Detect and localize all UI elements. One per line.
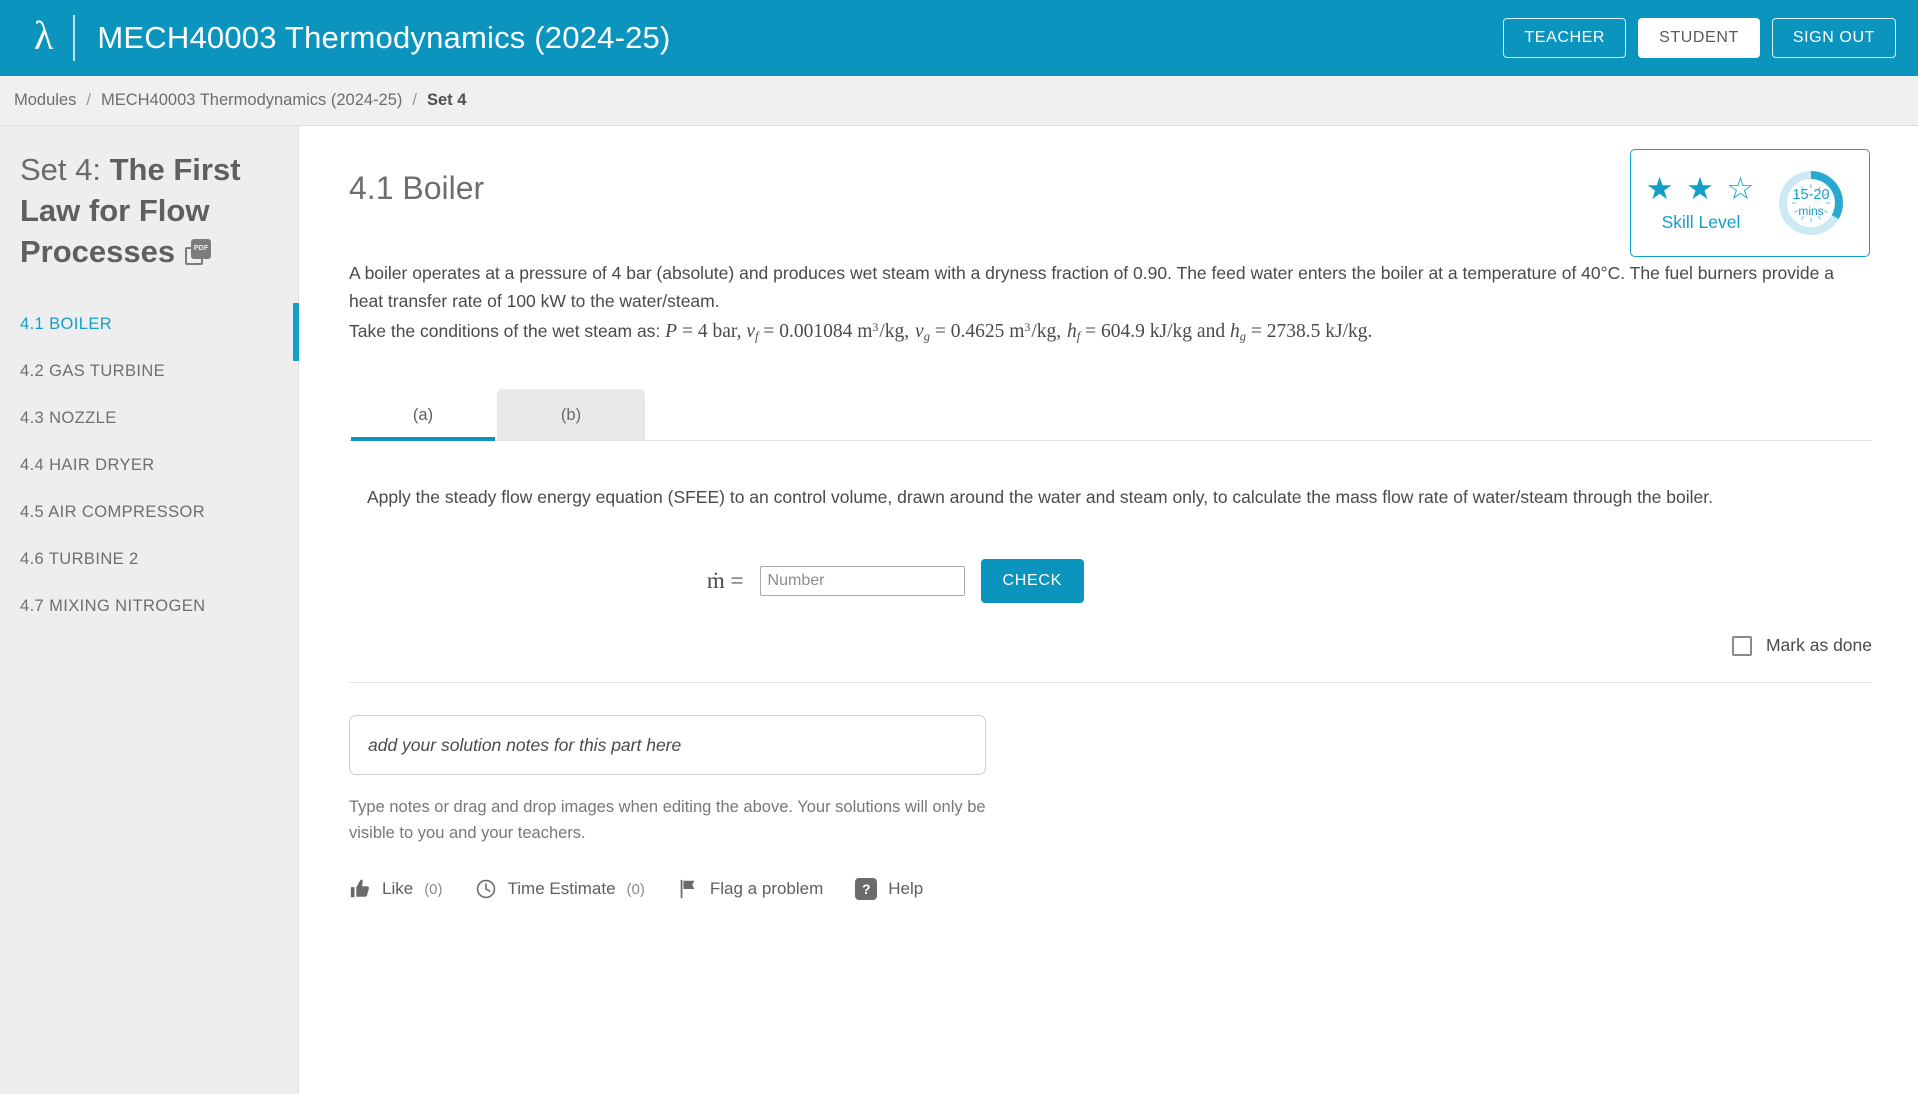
question-conditions-line: Take the conditions of the wet steam as:… (349, 316, 1869, 348)
time-estimate-action[interactable]: Time Estimate (0) (475, 878, 645, 900)
val-hf: = 604.9 kJ/kg and (1085, 320, 1226, 342)
like-label: Like (382, 879, 414, 899)
skill-level-group: ★ ★ ☆ Skill Level (1631, 173, 1771, 233)
check-button[interactable]: CHECK (980, 559, 1085, 604)
var-vg-sub: g (923, 329, 930, 344)
time-estimate-count: (0) (626, 880, 645, 898)
lambda-logo-icon: λ (34, 13, 54, 58)
sidebar-item-4-1-boiler[interactable]: 4.1 BOILER (0, 301, 299, 361)
course-title: MECH40003 Thermodynamics (2024-25) (97, 20, 671, 55)
clock-icon (476, 880, 495, 899)
sidebar-nav: 4.1 BOILER 4.2 GAS TURBINE 4.3 NOZZLE 4.… (0, 301, 299, 630)
footer-actions: Like (0) Time Estimate (0) Flag a proble… (349, 878, 1872, 901)
brand[interactable]: λ MECH40003 Thermodynamics (2024-25) (22, 15, 671, 61)
var-vf-sub: f (755, 329, 759, 344)
skill-level-label: Skill Level (1661, 212, 1741, 232)
val-P: = 4 bar, (681, 320, 742, 342)
like-action[interactable]: Like (0) (349, 878, 443, 900)
question-mark-icon: ? (855, 878, 878, 901)
var-hg-sub: g (1239, 329, 1247, 344)
question-statement-line1: A boiler operates at a pressure of 4 bar… (349, 263, 1834, 312)
tab-part-a[interactable]: (a) (349, 389, 497, 442)
breadcrumb-course[interactable]: MECH40003 Thermodynamics (2024-25) (101, 91, 402, 110)
flag-problem-label: Flag a problem (709, 879, 824, 899)
sidebar-item-4-3-nozzle[interactable]: 4.3 NOZZLE (0, 395, 298, 442)
mark-as-done-label: Mark as done (1765, 635, 1872, 656)
flag-problem-action[interactable]: Flag a problem (677, 878, 823, 900)
pdf-download-icon[interactable]: PDF (185, 238, 212, 265)
var-P: P (665, 320, 678, 342)
sidebar-set-title: Set 4: The First Law for Flow Processes P… (0, 150, 298, 273)
sidebar-item-4-7-mixing-nitrogen[interactable]: 4.7 MIXING NITROGEN (0, 583, 298, 630)
sidebar-item-4-2-gas-turbine[interactable]: 4.2 GAS TURBINE (0, 348, 298, 395)
teacher-button[interactable]: TEACHER (1503, 18, 1627, 58)
var-vg: v (915, 320, 924, 342)
time-estimate-range: 15-20 (1792, 187, 1830, 204)
time-estimate-unit: mins (1798, 203, 1824, 218)
var-hf: h (1067, 320, 1077, 342)
solution-notes-input[interactable]: add your solution notes for this part he… (349, 715, 986, 776)
help-action[interactable]: ? Help (855, 878, 924, 901)
sidebar-item-4-4-hair-dryer[interactable]: 4.4 HAIR DRYER (0, 442, 298, 489)
breadcrumb-separator-1: / (86, 91, 91, 109)
time-estimate-dial-icon: 15-20 mins (1775, 167, 1847, 239)
thumbs-up-icon (350, 879, 369, 898)
breadcrumb-separator-2: / (412, 91, 417, 109)
part-question-text: Apply the steady flow energy equation (S… (367, 487, 1713, 508)
sidebar-item-4-6-turbine-2[interactable]: 4.6 TURBINE 2 (0, 536, 298, 583)
logo-divider (73, 15, 76, 61)
tab-part-b[interactable]: (b) (497, 389, 645, 441)
section-divider (349, 682, 1872, 684)
top-header-bar: λ MECH40003 Thermodynamics (2024-25) TEA… (0, 0, 1918, 76)
help-label: Help (888, 879, 924, 899)
val-hg: = 2738.5 kJ/kg. (1250, 320, 1373, 342)
var-hg: h (1229, 320, 1240, 342)
time-estimate-label: Time Estimate (507, 879, 616, 899)
breadcrumb: Modules / MECH40003 Thermodynamics (2024… (0, 76, 1918, 126)
val-vf-unit: /kg, (879, 320, 910, 342)
skill-level-badge: ★ ★ ☆ Skill Level 15-20 mins (1630, 149, 1870, 257)
mark-as-done-checkbox[interactable] (1731, 635, 1752, 656)
time-estimate-text: 15-20 mins (1775, 167, 1847, 239)
answer-variable-label: ṁ = (706, 568, 744, 594)
var-hf-sub: f (1076, 329, 1081, 344)
pdf-icon-front: PDF (191, 238, 212, 259)
var-vf: v (746, 320, 755, 342)
val-vg-unit: /kg, (1031, 320, 1062, 342)
student-button[interactable]: STUDENT (1638, 18, 1760, 58)
mark-as-done-row: Mark as done (349, 635, 1872, 656)
sidebar-item-4-5-air-compressor[interactable]: 4.5 AIR COMPRESSOR (0, 489, 298, 536)
flag-icon (680, 880, 695, 899)
breadcrumb-modules[interactable]: Modules (14, 91, 76, 110)
answer-input[interactable] (759, 566, 965, 597)
skill-stars: ★ ★ ☆ (1645, 171, 1757, 206)
val-vg: = 0.4625 m (934, 320, 1025, 342)
sidebar: Set 4: The First Law for Flow Processes P… (0, 126, 299, 1094)
top-header-actions: TEACHER STUDENT SIGN OUT (1503, 0, 1896, 76)
val-vf: = 0.001084 m (763, 320, 873, 342)
solution-notes-help-text: Type notes or drag and drop images when … (349, 798, 986, 842)
answer-row: ṁ = CHECK (349, 559, 1872, 604)
like-count: (0) (424, 880, 443, 898)
sidebar-set-prefix: Set 4: (20, 152, 101, 187)
sign-out-button[interactable]: SIGN OUT (1771, 18, 1896, 58)
conditions-lead: Take the conditions of the wet steam as: (349, 320, 661, 341)
part-tabs: (a) (b) (349, 389, 1872, 442)
main-content: ★ ★ ☆ Skill Level 15-20 mins 4.1 Boiler … (299, 126, 1918, 1094)
breadcrumb-current: Set 4 (426, 91, 467, 109)
